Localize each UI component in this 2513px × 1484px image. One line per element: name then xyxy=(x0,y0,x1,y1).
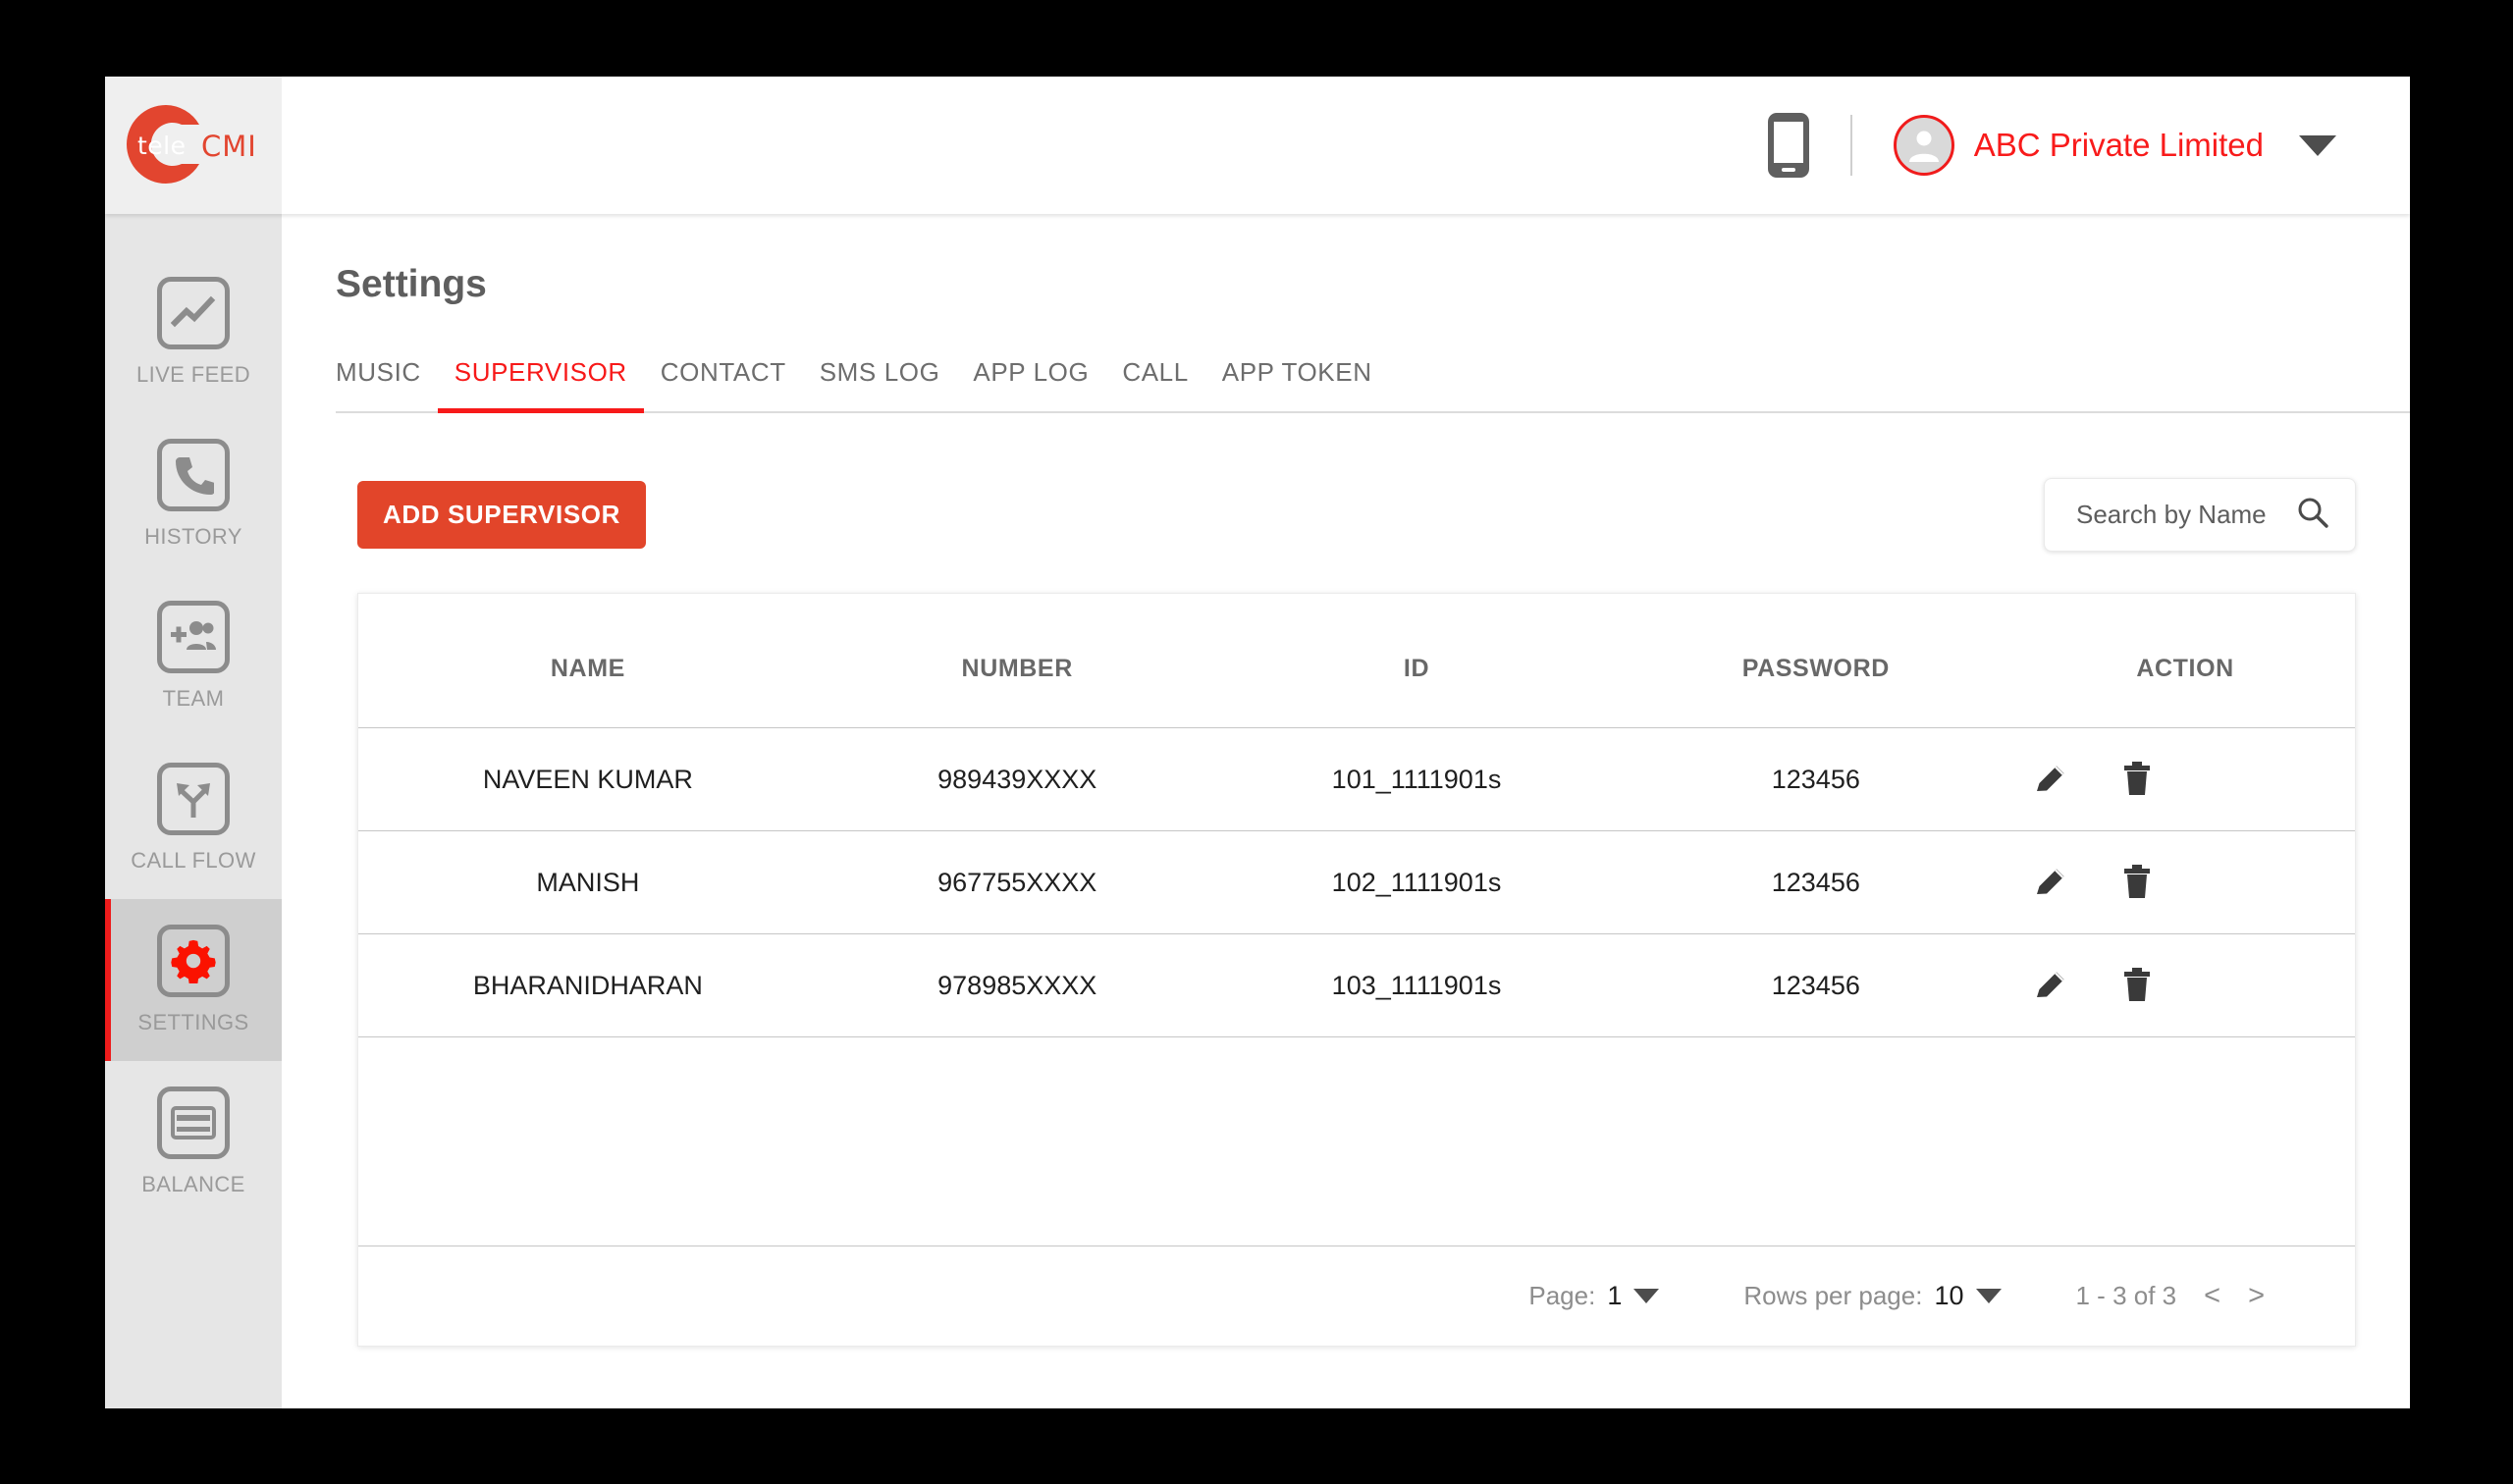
sidebar-item-label: HISTORY xyxy=(144,524,242,549)
table-pagination: Page: 1 Rows per page: 10 1 - 3 of 3 < > xyxy=(358,1246,2355,1346)
sidebar-item-balance[interactable]: BALANCE xyxy=(105,1061,282,1223)
next-page-button[interactable]: > xyxy=(2234,1280,2278,1312)
add-people-icon xyxy=(157,601,230,673)
logo-text-cmi: CMI xyxy=(201,130,257,163)
account-menu[interactable]: ABC Private Limited xyxy=(1893,115,2336,176)
sidebar-item-team[interactable]: TEAM xyxy=(105,575,282,737)
edit-pencil-icon[interactable] xyxy=(2033,865,2068,900)
application-window: tele CMI ABC Private Limited LIVE FEED H… xyxy=(105,77,2410,1408)
add-supervisor-button[interactable]: ADD SUPERVISOR xyxy=(357,481,646,549)
line-chart-icon xyxy=(157,277,230,349)
tab-call[interactable]: CALL xyxy=(1105,357,1204,411)
card-icon xyxy=(157,1086,230,1159)
cell-action xyxy=(2015,830,2355,934)
column-header-name: NAME xyxy=(358,594,818,728)
cell-name: BHARANIDHARAN xyxy=(358,933,818,1037)
cell-name: MANISH xyxy=(358,830,818,934)
tab-app-log[interactable]: APP LOG xyxy=(956,357,1105,411)
search-box[interactable] xyxy=(2044,478,2356,552)
tab-contact[interactable]: CONTACT xyxy=(644,357,803,411)
chevron-down-icon[interactable] xyxy=(1975,1289,2002,1303)
person-icon xyxy=(1908,131,1939,162)
sidebar-item-label: TEAM xyxy=(162,686,225,711)
cell-action xyxy=(2015,933,2355,1037)
sidebar-item-call-flow[interactable]: CALL FLOW xyxy=(105,737,282,899)
tab-sms-log[interactable]: SMS LOG xyxy=(803,357,957,411)
sidebar-item-settings[interactable]: SETTINGS xyxy=(105,899,282,1061)
column-header-number: NUMBER xyxy=(817,594,1217,728)
call-flow-arrows-icon xyxy=(157,763,230,835)
cell-password: 123456 xyxy=(1616,933,2016,1037)
top-header-bar: tele CMI ABC Private Limited xyxy=(105,77,2410,214)
column-header-id: ID xyxy=(1216,594,1617,728)
avatar xyxy=(1893,115,1954,176)
chevron-down-icon[interactable] xyxy=(1633,1289,1660,1303)
header-right-actions: ABC Private Limited xyxy=(282,77,2410,214)
page-label: Page: xyxy=(1528,1281,1596,1310)
sidebar-item-history[interactable]: HISTORY xyxy=(105,413,282,575)
table-row: NAVEEN KUMAR 989439XXXX 101_1111901s 123… xyxy=(358,727,2355,831)
cell-action xyxy=(2015,727,2355,831)
search-icon[interactable] xyxy=(2296,496,2329,534)
cell-number: 978985XXXX xyxy=(817,933,1217,1037)
phone-icon xyxy=(157,439,230,511)
column-header-password: PASSWORD xyxy=(1616,594,2016,728)
sidebar-item-label: LIVE FEED xyxy=(135,362,251,387)
rows-per-page-value: 10 xyxy=(1934,1281,1964,1310)
cell-number: 989439XXXX xyxy=(817,727,1217,831)
main-content: Settings MUSIC SUPERVISOR CONTACT SMS LO… xyxy=(282,214,2410,1408)
cell-password: 123456 xyxy=(1616,727,2016,831)
tab-app-token[interactable]: APP TOKEN xyxy=(1205,357,1389,411)
settings-tabs: MUSIC SUPERVISOR CONTACT SMS LOG APP LOG… xyxy=(336,357,2410,413)
trash-icon[interactable] xyxy=(2122,865,2152,900)
page-value: 1 xyxy=(1607,1281,1623,1310)
cell-number: 967755XXXX xyxy=(817,830,1217,934)
tab-supervisor[interactable]: SUPERVISOR xyxy=(437,357,644,413)
logo-text-tele: tele xyxy=(137,132,187,160)
cell-id: 101_1111901s xyxy=(1216,727,1617,831)
supervisor-table-card: NAME NUMBER ID PASSWORD ACTION NAVEEN KU… xyxy=(357,593,2356,1347)
cell-id: 103_1111901s xyxy=(1216,933,1617,1037)
sidebar-item-label: CALL FLOW xyxy=(131,848,256,873)
table-row: MANISH 967755XXXX 102_1111901s 123456 xyxy=(358,830,2355,934)
pagination-range: 1 - 3 of 3 xyxy=(2075,1281,2177,1310)
mobile-phone-icon[interactable] xyxy=(1766,111,1811,180)
previous-page-button[interactable]: < xyxy=(2190,1280,2234,1312)
rows-per-page-selector[interactable]: Rows per page: 10 xyxy=(1743,1281,2002,1311)
rows-per-page-label: Rows per page: xyxy=(1743,1281,1923,1310)
page-title: Settings xyxy=(336,263,487,305)
page-selector[interactable]: Page: 1 xyxy=(1528,1281,1660,1311)
sidebar-item-live-feed[interactable]: LIVE FEED xyxy=(105,251,282,413)
table-empty-space xyxy=(358,1037,2355,1246)
table-row: BHARANIDHARAN 978985XXXX 103_1111901s 12… xyxy=(358,933,2355,1037)
cell-id: 102_1111901s xyxy=(1216,830,1617,934)
account-name-label: ABC Private Limited xyxy=(1973,127,2264,163)
search-input[interactable] xyxy=(2074,499,2274,531)
edit-pencil-icon[interactable] xyxy=(2033,762,2068,797)
sidebar-nav: LIVE FEED HISTORY TEAM CALL FLOW SETTING… xyxy=(105,214,282,1408)
cell-password: 123456 xyxy=(1616,830,2016,934)
header-divider xyxy=(1849,115,1852,176)
column-header-action: ACTION xyxy=(2015,594,2355,728)
supervisor-table: NAME NUMBER ID PASSWORD ACTION NAVEEN KU… xyxy=(358,594,2355,1037)
table-header-row: NAME NUMBER ID PASSWORD ACTION xyxy=(358,594,2355,728)
gear-icon xyxy=(157,925,230,997)
trash-icon[interactable] xyxy=(2122,968,2152,1003)
cell-name: NAVEEN KUMAR xyxy=(358,727,818,831)
brand-logo[interactable]: tele CMI xyxy=(105,77,282,214)
body-area: LIVE FEED HISTORY TEAM CALL FLOW SETTING… xyxy=(105,214,2410,1408)
edit-pencil-icon[interactable] xyxy=(2033,968,2068,1003)
sidebar-item-label: SETTINGS xyxy=(137,1010,249,1034)
tab-music[interactable]: MUSIC xyxy=(336,357,438,411)
table-toolbar: ADD SUPERVISOR xyxy=(336,478,2410,552)
chevron-down-icon[interactable] xyxy=(2299,134,2336,156)
sidebar-item-label: BALANCE xyxy=(141,1172,245,1196)
trash-icon[interactable] xyxy=(2122,762,2152,797)
